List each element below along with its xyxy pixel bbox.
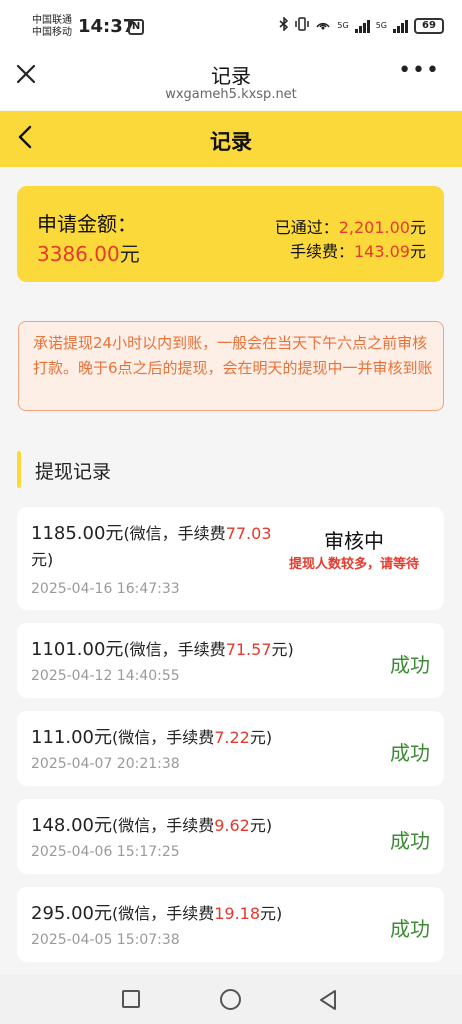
record-status: 成功	[390, 829, 430, 853]
apply-amount: 3386.00元	[37, 238, 140, 267]
record-detail-suffix: 元)	[249, 816, 273, 835]
section-title: 提现记录	[35, 461, 112, 483]
record-detail-prefix: (微信，手续费	[111, 904, 215, 923]
signal-icon-1	[354, 19, 370, 33]
record-status: 成功	[390, 917, 430, 941]
section-accent-bar	[17, 451, 21, 488]
record-time: 2025-04-06 15:17:25	[31, 844, 180, 860]
page-title: 记录	[210, 130, 252, 154]
fee-amount: 手续费：143.09元	[290, 238, 426, 262]
record-amount-line: 1185.00元(微信，手续费77.03 元)	[31, 521, 293, 573]
record-amount: 148.00元	[31, 815, 112, 836]
clock: 14:37	[78, 16, 136, 37]
network-label-1: 5G	[337, 21, 349, 30]
record-detail-prefix: (微信，手续费	[111, 728, 215, 747]
record-detail-suffix: 元)	[271, 640, 294, 659]
fee-label: 手续费：	[289, 242, 354, 261]
record-detail-prefix: (微信，手续费	[111, 816, 215, 835]
record-amount-line: 1101.00元(微信，手续费71.57元)	[31, 637, 361, 663]
signal-icon-2	[393, 19, 408, 33]
record-item: 148.00元(微信，手续费9.62元) 2025-04-06 15:17:25…	[17, 799, 444, 874]
browser-title: 记录	[211, 64, 251, 88]
record-detail-prefix: (微信，手续费	[123, 640, 226, 659]
carrier-2: 中国移动	[32, 27, 72, 38]
record-detail-prefix: (微信，手续费	[123, 524, 226, 543]
carrier-info: 中国联通 中国移动	[32, 15, 72, 39]
record-amount: 1101.00元	[31, 639, 124, 660]
circle-icon[interactable]	[220, 989, 241, 1010]
record-amount-line: 295.00元(微信，手续费19.18元)	[31, 901, 361, 927]
record-fee: 7.22	[214, 728, 250, 747]
apply-amount-value: 3386.00	[37, 242, 120, 266]
system-nav-bar	[0, 974, 462, 1024]
apply-amount-unit: 元	[119, 242, 140, 266]
passed-amount: 已通过：2,201.00元	[275, 214, 426, 238]
fee-unit: 元	[409, 242, 426, 261]
browser-header: 记录 wxgameh5.kxsp.net •••	[0, 52, 462, 110]
passed-unit: 元	[409, 218, 426, 237]
vibrate-icon	[295, 17, 310, 34]
record-fee: 19.18	[214, 904, 261, 923]
record-time: 2025-04-05 15:07:38	[31, 932, 180, 948]
hotspot-icon	[315, 17, 331, 34]
browser-url: wxgameh5.kxsp.net	[165, 87, 297, 102]
battery-icon: 69	[414, 17, 444, 34]
bluetooth-icon	[279, 16, 289, 34]
record-fee: 77.03	[225, 524, 272, 543]
more-icon[interactable]: •••	[398, 60, 440, 82]
passed-value: 2,201.00	[338, 218, 410, 237]
triangle-back-icon[interactable]	[318, 989, 338, 1011]
network-label-2: 5G	[375, 21, 387, 30]
record-amount-line: 111.00元(微信，手续费7.22元)	[31, 725, 361, 751]
record-time: 2025-04-12 14:40:55	[31, 668, 180, 684]
carrier-1: 中国联通	[32, 15, 72, 26]
record-fee: 9.62	[214, 816, 250, 835]
nfc-icon: N	[128, 19, 144, 35]
record-status: 审核中	[324, 529, 384, 553]
record-detail-suffix: 元)	[260, 904, 283, 923]
summary-card: 申请金额： 3386.00元 已通过：2,201.00元 手续费：143.09元	[17, 186, 444, 282]
record-detail-suffix: 元)	[249, 728, 273, 747]
record-time: 2025-04-16 16:47:33	[31, 581, 180, 597]
record-fee: 71.57	[225, 640, 272, 659]
record-status: 成功	[390, 653, 430, 677]
record-amount: 295.00元	[31, 903, 112, 924]
record-amount-line: 148.00元(微信，手续费9.62元)	[31, 813, 361, 839]
status-bar: 中国联通 中国移动 14:37 N 5G 5G 69	[0, 0, 462, 52]
record-status: 成功	[390, 741, 430, 765]
passed-label: 已通过：	[274, 218, 339, 237]
square-icon[interactable]	[122, 990, 140, 1008]
fee-value: 143.09	[354, 242, 410, 261]
apply-amount-label: 申请金额：	[37, 212, 137, 236]
record-item: 1101.00元(微信，手续费71.57元) 2025-04-12 14:40:…	[17, 623, 444, 698]
record-item: 111.00元(微信，手续费7.22元) 2025-04-07 20:21:38…	[17, 711, 444, 786]
record-item: 1185.00元(微信，手续费77.03 元) 2025-04-16 16:47:…	[17, 507, 444, 610]
record-detail-suffix: 元)	[31, 550, 54, 569]
record-amount: 1185.00元	[31, 523, 124, 544]
record-amount: 111.00元	[31, 727, 112, 748]
page-nav-bar: 记录	[0, 111, 462, 167]
record-time: 2025-04-07 20:21:38	[31, 756, 180, 772]
notice-box: 承诺提现24小时以内到账，一般会在当天下午六点之前审核打款。晚于6点之后的提现，…	[18, 321, 444, 411]
record-note: 提现人数较多，请等待	[289, 557, 420, 572]
record-item: 295.00元(微信，手续费19.18元) 2025-04-05 15:07:3…	[17, 887, 444, 962]
status-icons: 5G 5G 69	[279, 16, 444, 34]
